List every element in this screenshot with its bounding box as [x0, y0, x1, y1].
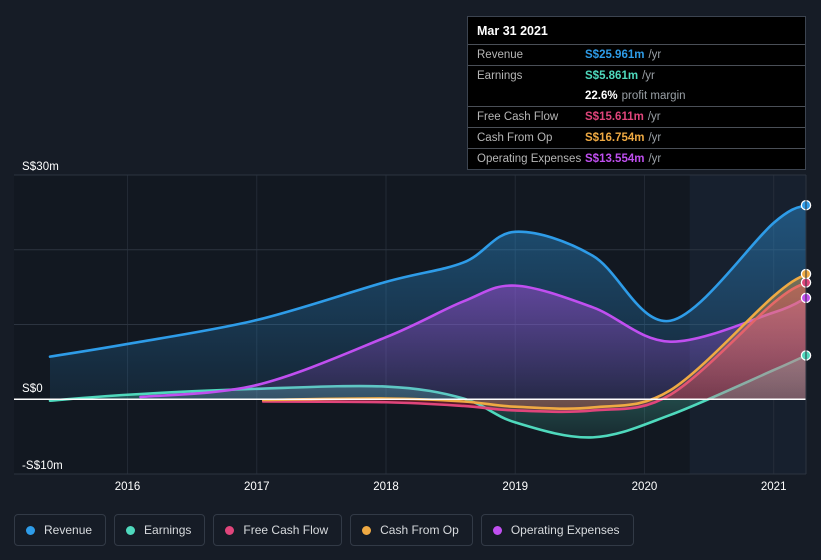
legend-item-free-cash-flow[interactable]: Free Cash Flow [213, 514, 343, 546]
legend-color-dot-icon [26, 525, 35, 535]
legend-item-label: Operating Expenses [510, 523, 620, 537]
tooltip-row-value: S$5.861m [585, 70, 639, 82]
tooltip-row-value: S$15.611m [585, 111, 644, 123]
legend-color-dot-icon [126, 525, 136, 535]
legend-item-revenue[interactable]: Revenue [14, 514, 107, 546]
tooltip-row-unit: /yr [648, 153, 662, 165]
tooltip-row-revenue: Revenue S$25.961m/yr [468, 44, 805, 65]
data-tooltip: Mar 31 2021 Revenue S$25.961m/yr Earnings S… [467, 16, 806, 170]
tooltip-row-unit: profit margin [621, 90, 686, 102]
tooltip-row-key: Revenue [477, 49, 524, 61]
x-axis-tick-label: 2017 [243, 481, 270, 493]
tooltip-row-unit: /yr [647, 111, 661, 123]
legend-item-earnings[interactable]: Earnings [114, 514, 206, 546]
x-axis-tick-label: 2020 [631, 481, 658, 493]
tooltip-row-key: Earnings [477, 70, 523, 82]
legend-color-dot-icon [492, 525, 502, 535]
tooltip-date: Mar 31 2021 [477, 24, 548, 38]
tooltip-row-unit: /yr [648, 49, 662, 61]
y-axis-tick-label: -S$10m [22, 460, 63, 472]
chart-legend: Revenue Earnings Free Cash Flow Cash From O… [14, 514, 634, 546]
tooltip-row-earnings: Earnings S$5.861m/yr [468, 65, 805, 86]
tooltip-row-unit: /yr [648, 132, 662, 144]
tooltip-row-operating-expenses: Operating Expenses S$13.554m/yr [468, 148, 805, 169]
x-axis-tick-label: 2019 [502, 481, 529, 493]
financial-chart-page: S$30m S$0 -S$10m 2016 2017 2018 2019 2020 2021 M… [0, 0, 821, 560]
y-axis-tick-label: S$30m [22, 161, 59, 173]
legend-item-label: Earnings [144, 523, 192, 537]
y-axis-tick-label: S$0 [22, 383, 43, 396]
legend-item-cash-from-op[interactable]: Cash From Op [350, 514, 473, 546]
tooltip-row-free-cash-flow: Free Cash Flow S$15.611m/yr [468, 106, 805, 127]
tooltip-row-cash-from-op: Cash From Op S$16.754m/yr [468, 127, 805, 148]
tooltip-row-value: S$13.554m [585, 153, 645, 165]
tooltip-row-key: Operating Expenses [477, 153, 582, 165]
tooltip-row-profit-margin: 22.6% profit margin [468, 86, 805, 106]
tooltip-rows: Revenue S$25.961m/yr Earnings S$5.861m/yr 22… [468, 44, 805, 169]
x-axis-tick-label: 2021 [760, 481, 787, 493]
legend-item-label: Revenue [44, 523, 93, 537]
tooltip-row-key: Cash From Op [477, 132, 553, 144]
legend-item-label: Free Cash Flow [243, 523, 329, 537]
tooltip-row-key: Free Cash Flow [477, 111, 559, 123]
legend-item-label: Cash From Op [380, 523, 459, 537]
tooltip-row-value: 22.6% [585, 90, 618, 102]
legend-color-dot-icon [225, 525, 235, 535]
legend-color-dot-icon [362, 525, 372, 535]
legend-item-operating-expenses[interactable]: Operating Expenses [480, 514, 634, 546]
tooltip-row-value: S$25.961m [585, 49, 645, 61]
x-axis-tick-label: 2016 [114, 481, 141, 493]
x-axis-tick-label: 2018 [373, 481, 399, 493]
tooltip-row-value: S$16.754m [585, 132, 645, 144]
tooltip-row-unit: /yr [642, 70, 655, 82]
